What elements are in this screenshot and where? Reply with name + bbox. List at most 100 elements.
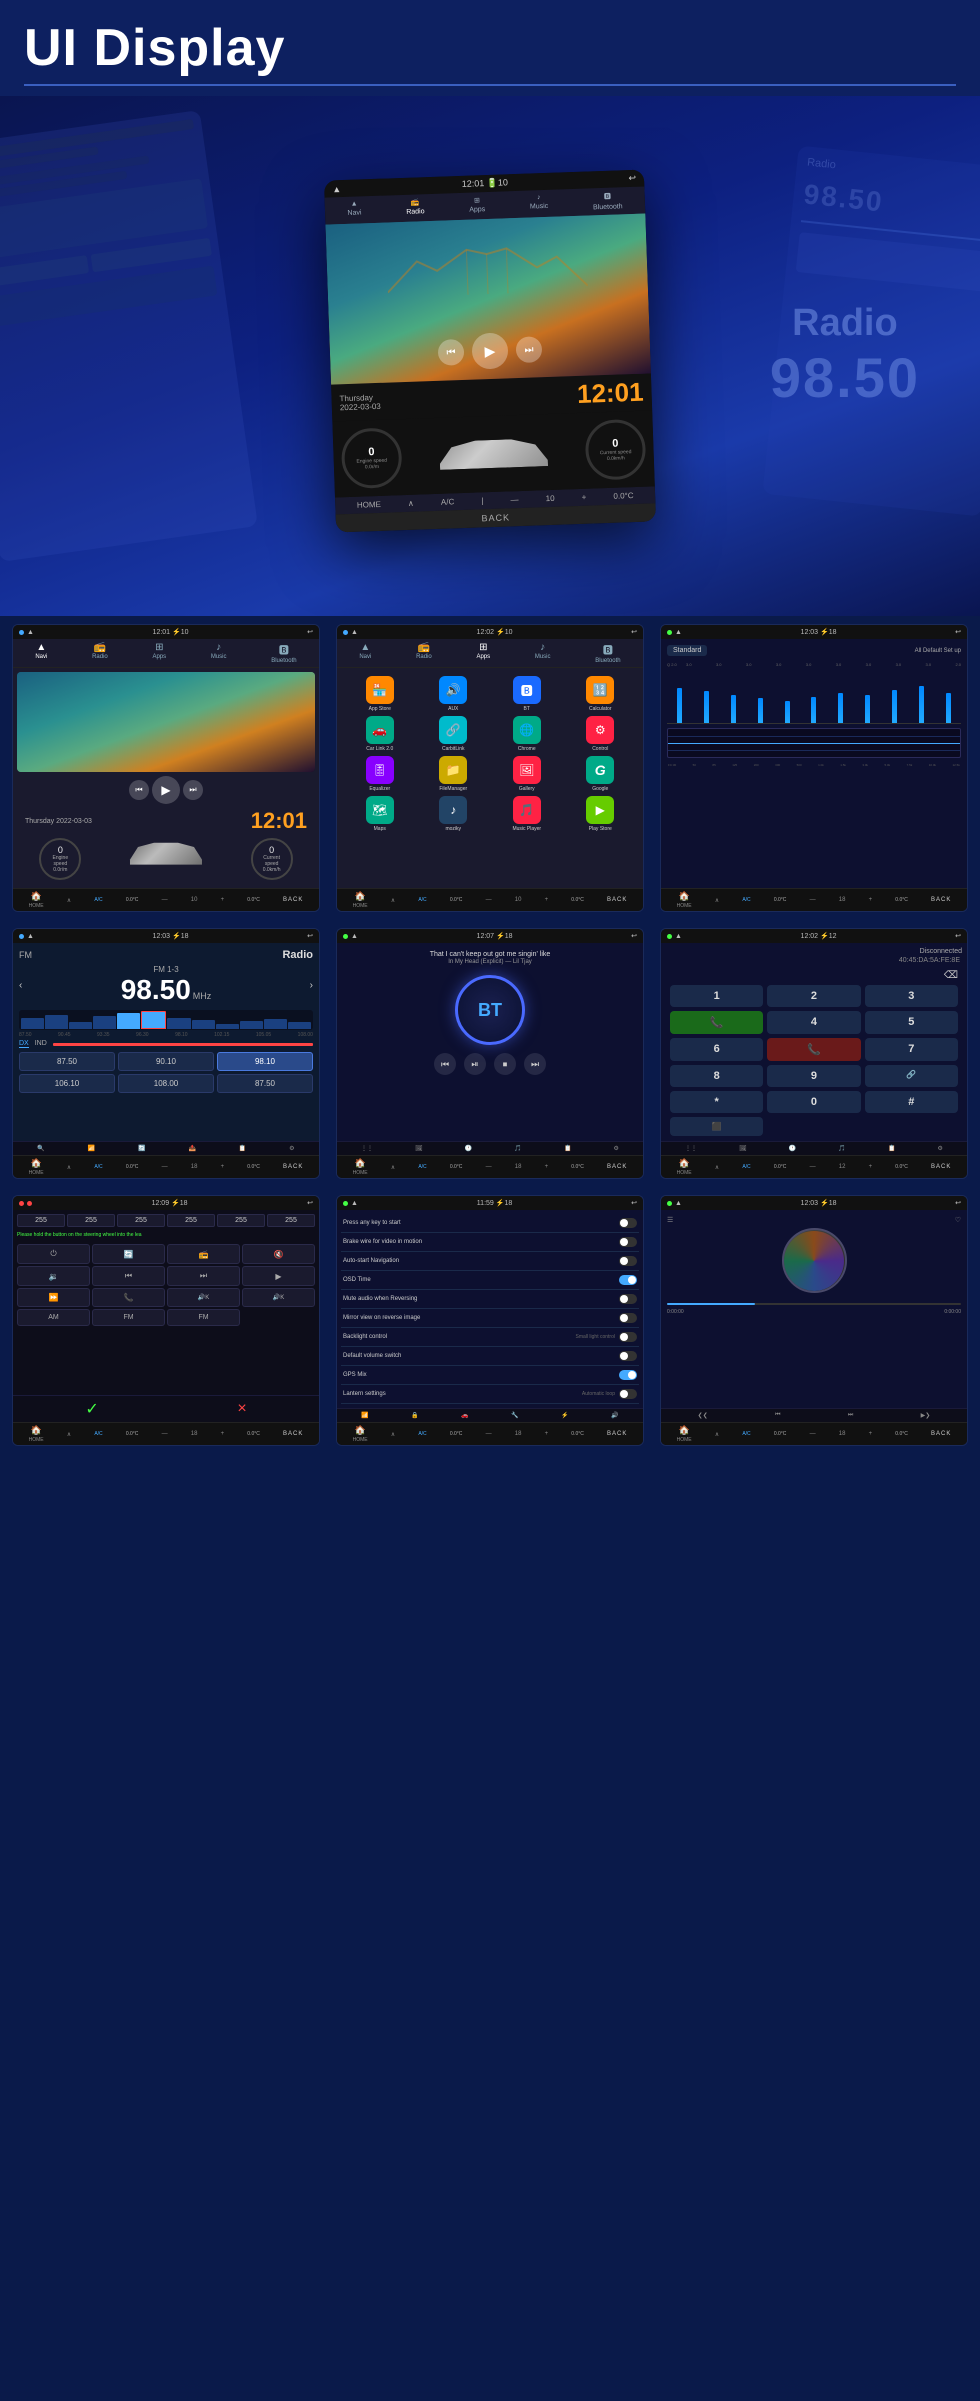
key-3[interactable]: 3 — [865, 985, 958, 1007]
home-home-btn[interactable]: 🏠 HOME — [29, 891, 44, 909]
apps-nav-navi[interactable]: ▲Navi — [359, 642, 371, 664]
preset-2[interactable]: 90.10 — [118, 1052, 214, 1071]
settings-home-btn[interactable]: 🏠HOME — [353, 1425, 368, 1443]
toggle-gps-mix[interactable] — [619, 1370, 637, 1380]
music-prev-icon[interactable]: ⏮ — [775, 1412, 780, 1419]
toggle-brake-wire[interactable] — [619, 1237, 637, 1247]
hero-home-label[interactable]: HOME — [357, 500, 381, 510]
key-star[interactable]: * — [670, 1091, 763, 1113]
phone-delete-icon[interactable]: ⌫ — [666, 970, 962, 981]
bt-photo-icon[interactable]: 🖼 — [415, 1145, 423, 1152]
control-icon[interactable]: ⚙ Control — [566, 716, 636, 752]
steer-next-btn[interactable]: ⏭ — [167, 1266, 240, 1286]
chrome-icon[interactable]: 🌐 Chrome — [492, 716, 562, 752]
steer-aux-btn[interactable]: AM — [17, 1309, 90, 1326]
home-nav-navi[interactable]: ▲Navi — [35, 642, 47, 664]
toggle-default-vol[interactable] — [619, 1351, 637, 1361]
steer-vol-up-k-btn[interactable]: 🔊K — [167, 1288, 240, 1307]
home-back-label[interactable]: BACK — [283, 897, 303, 903]
steer-radio-btn[interactable]: 📻 — [167, 1244, 240, 1264]
key-6[interactable]: 6 — [670, 1038, 763, 1061]
phone-music-icon[interactable]: 🎵 — [838, 1145, 845, 1152]
app-store-icon[interactable]: 🏪 App Store — [345, 676, 415, 712]
music-progress-bar[interactable] — [667, 1303, 961, 1305]
bt-settings-icon[interactable]: ⚙ — [614, 1145, 619, 1152]
toggle-backlight[interactable] — [619, 1332, 637, 1342]
home-play[interactable]: ▶ — [152, 776, 180, 804]
radio-ind[interactable]: IND — [35, 1040, 47, 1048]
bt-icon[interactable]: 🅱 BT — [492, 676, 562, 712]
radio-back-label[interactable]: BACK — [283, 1164, 303, 1170]
settings-power-icon[interactable]: ⚡ — [561, 1412, 568, 1419]
phone-list-icon[interactable]: 📋 — [888, 1145, 895, 1152]
radio-home-btn[interactable]: 🏠HOME — [29, 1158, 44, 1176]
settings-car-icon[interactable]: 🚗 — [461, 1412, 468, 1419]
bt-home-btn[interactable]: 🏠HOME — [353, 1158, 368, 1176]
phone-settings-icon[interactable]: ⚙ — [938, 1145, 943, 1152]
apps-nav-apps[interactable]: ⊞Apps — [476, 642, 490, 664]
steer-mute-btn[interactable]: 🔇 — [242, 1244, 315, 1264]
home-next[interactable]: ⏭ — [183, 780, 203, 800]
aux-icon[interactable]: 🔊 AUX — [419, 676, 489, 712]
radio-nav-prev[interactable]: ‹ — [19, 980, 22, 991]
music-ff-icon[interactable]: ▶❯ — [921, 1412, 931, 1419]
apps-nav-bt[interactable]: 🅱Bluetooth — [595, 642, 620, 664]
steer-play-btn[interactable]: ▶ — [242, 1266, 315, 1286]
preset-3[interactable]: 98.10 — [217, 1052, 313, 1071]
eq-home-btn[interactable]: 🏠HOME — [677, 891, 692, 909]
toggle-mirror-view[interactable] — [619, 1313, 637, 1323]
preset-1[interactable]: 87.50 — [19, 1052, 115, 1071]
key-4[interactable]: 4 — [767, 1011, 860, 1034]
radio-loop-icon[interactable]: 🔄 — [138, 1145, 145, 1152]
bt-clock-icon[interactable]: 🕐 — [465, 1145, 472, 1152]
key-hash[interactable]: # — [865, 1091, 958, 1113]
steer-fm-btn[interactable]: FM — [167, 1309, 240, 1326]
eq-preset-select[interactable]: Standard — [667, 645, 707, 656]
home-prev[interactable]: ⏮ — [129, 780, 149, 800]
hero-nav-navi[interactable]: ▲ Navi — [347, 200, 362, 219]
google-icon[interactable]: G Google — [566, 756, 636, 792]
preset-6[interactable]: 87.50 — [217, 1074, 313, 1093]
settings-wifi-icon[interactable]: 📶 — [361, 1412, 368, 1419]
apps-nav-music[interactable]: ♪Music — [535, 642, 551, 664]
phone-photo-icon[interactable]: 🖼 — [739, 1145, 747, 1152]
equalizer-icon[interactable]: 🎚 Equalizer — [345, 756, 415, 792]
apps-back-label[interactable]: BACK — [607, 897, 627, 903]
music-rewind-icon[interactable]: ❮❮ — [698, 1412, 708, 1419]
toggle-mute-audio[interactable] — [619, 1294, 637, 1304]
radio-export-icon[interactable]: 📤 — [188, 1145, 195, 1152]
radio-signal-icon[interactable]: 📶 — [88, 1145, 95, 1152]
toggle-press-key[interactable] — [619, 1218, 637, 1228]
hero-nav-radio[interactable]: 📻 Radio — [406, 198, 425, 218]
toggle-lantern[interactable] — [619, 1389, 637, 1399]
key-link[interactable]: 🔗 — [865, 1065, 958, 1087]
steer-ff-btn[interactable]: ⏩ — [17, 1288, 90, 1307]
home-nav-radio[interactable]: 📻Radio — [92, 642, 108, 664]
hero-ac-label[interactable]: A/C — [441, 497, 455, 506]
prev-btn[interactable]: ⏮ — [438, 339, 465, 366]
bt-play-btn[interactable]: ⏯ — [464, 1053, 486, 1075]
key-call[interactable]: 📞 — [670, 1011, 763, 1034]
steer-phone-btn[interactable]: 📞 — [92, 1288, 165, 1307]
key-5[interactable]: 5 — [865, 1011, 958, 1034]
key-9[interactable]: 9 — [767, 1065, 860, 1087]
bt-list-icon[interactable]: 📋 — [564, 1145, 571, 1152]
preset-5[interactable]: 108.00 — [118, 1074, 214, 1093]
phone-clock-icon[interactable]: 🕐 — [789, 1145, 796, 1152]
music-home-btn[interactable]: 🏠HOME — [677, 1425, 692, 1443]
hero-nav-bt[interactable]: 🅱 Bluetooth — [593, 191, 623, 211]
play-store-icon[interactable]: ▶ Play Store — [566, 796, 636, 832]
carbitlink-icon[interactable]: 🔗 CarbitLink — [419, 716, 489, 752]
steer-prev-btn[interactable]: ⏮ — [92, 1266, 165, 1286]
settings-speaker-icon[interactable]: 🔊 — [611, 1412, 618, 1419]
eq-back-label[interactable]: BACK — [931, 897, 951, 903]
key-hangup[interactable]: 📞 — [767, 1038, 860, 1061]
maps-icon[interactable]: 🗺 Maps — [345, 796, 415, 832]
key-extra[interactable]: ⬛ — [670, 1117, 763, 1136]
hero-nav-apps[interactable]: ⊞ Apps — [469, 196, 486, 216]
radio-nav-next[interactable]: › — [310, 980, 313, 991]
moziky-icon[interactable]: ♪ moziky — [419, 796, 489, 832]
bt-back-label[interactable]: BACK — [607, 1164, 627, 1170]
music-back-label[interactable]: BACK — [931, 1431, 951, 1437]
phone-home-btn[interactable]: 🏠HOME — [677, 1158, 692, 1176]
